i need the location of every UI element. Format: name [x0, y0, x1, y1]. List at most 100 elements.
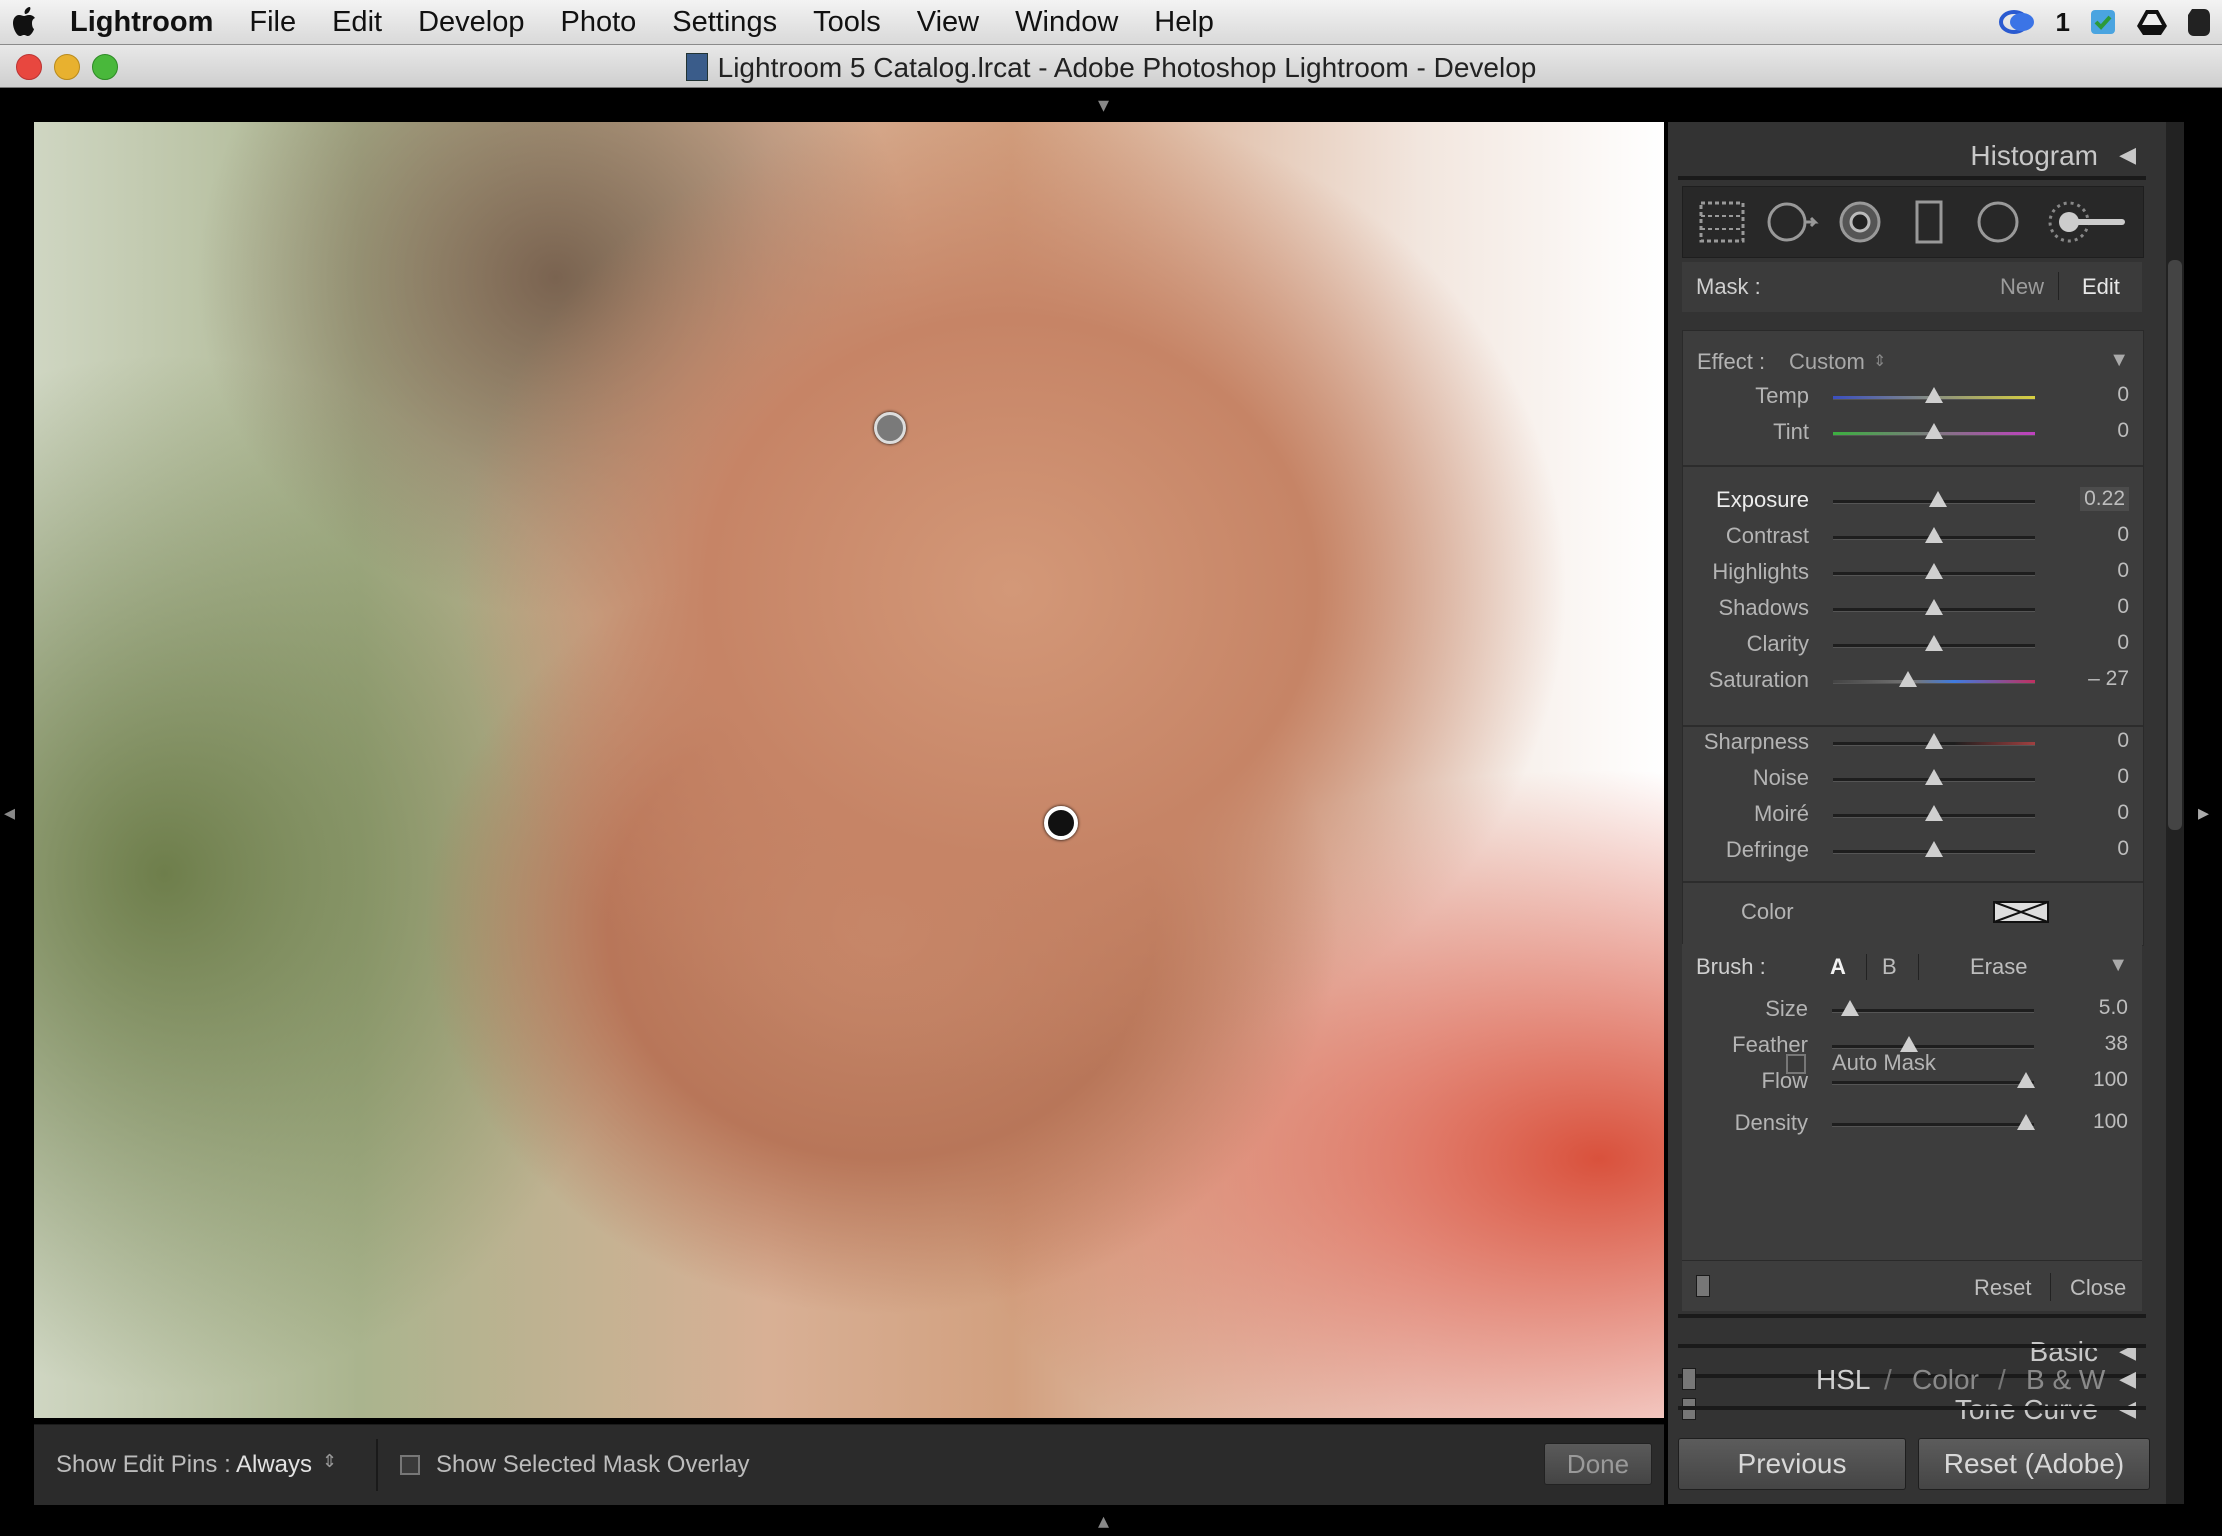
effect-value[interactable]: – 27 — [2088, 667, 2129, 691]
reset-button[interactable]: Reset — [1974, 1275, 2031, 1301]
brush-value[interactable]: 5.0 — [2099, 996, 2128, 1020]
brush-a-button[interactable]: A — [1830, 954, 1846, 980]
histogram-collapse-icon[interactable]: ◀ — [2119, 142, 2136, 168]
bottom-panel-toggle-icon[interactable]: ▴ — [1098, 1508, 1109, 1534]
effect-row-tint: Tint 0 — [1683, 415, 2143, 449]
hsl-slash-1: / — [1884, 1364, 1892, 1395]
effect-value[interactable]: 0 — [2117, 595, 2129, 619]
effect-value[interactable]: 0 — [2117, 631, 2129, 655]
density-slider-thumb[interactable] — [2016, 1114, 2035, 1130]
histogram-header[interactable]: Histogram ◀ — [1678, 130, 2146, 180]
mask-edit-button[interactable]: Edit — [2082, 274, 2120, 300]
done-button[interactable]: Done — [1544, 1443, 1652, 1485]
menu-file[interactable]: File — [231, 6, 314, 39]
reset-adobe-button[interactable]: Reset (Adobe) — [1918, 1438, 2150, 1490]
effect-slider-thumb[interactable] — [1925, 733, 1943, 749]
effect-slider-thumb[interactable] — [1925, 841, 1943, 857]
brush-slider-track[interactable] — [1832, 1045, 2034, 1049]
menu-window[interactable]: Window — [997, 6, 1136, 39]
brush-slider-thumb[interactable] — [1841, 1000, 1860, 1016]
mask-new-button[interactable]: New — [2000, 274, 2044, 300]
effect-slider-thumb[interactable] — [1925, 635, 1943, 651]
show-edit-pins-select[interactable]: Always — [236, 1451, 312, 1479]
top-panel-toggle-icon[interactable]: ▾ — [1098, 92, 1109, 118]
effect-label: Contrast — [1725, 523, 1809, 548]
effect-slider-thumb[interactable] — [1925, 769, 1943, 785]
adjustment-brush-icon[interactable] — [2045, 199, 2131, 245]
effect-slider-thumb[interactable] — [1925, 563, 1943, 579]
effect-slider-track[interactable] — [1833, 680, 2035, 684]
effect-value[interactable]: 0 — [2117, 765, 2129, 789]
crop-overlay-icon[interactable] — [1697, 199, 1747, 245]
effect-value[interactable]: 0 — [2117, 559, 2129, 583]
photo-canvas[interactable] — [34, 122, 1664, 1418]
density-slider-track[interactable] — [1832, 1123, 2034, 1127]
right-panel-toggle-icon[interactable]: ▸ — [2198, 800, 2209, 826]
brush-collapse-icon[interactable]: ▼ — [2108, 954, 2128, 977]
mask-overlay-label: Show Selected Mask Overlay — [436, 1451, 750, 1478]
graduated-filter-icon[interactable] — [1909, 199, 1949, 245]
auto-mask-label: Auto Mask — [1832, 1050, 1936, 1075]
effect-value[interactable]: 0 — [2117, 837, 2129, 861]
effect-slider-thumb[interactable] — [1898, 671, 1917, 687]
menu-app-lightroom[interactable]: Lightroom — [52, 6, 231, 39]
drive-icon[interactable] — [2136, 8, 2168, 36]
effect-value[interactable]: 0 — [2117, 523, 2129, 547]
effect-slider-thumb[interactable] — [1925, 805, 1943, 821]
effect-slider-thumb[interactable] — [1925, 527, 1943, 543]
effect-value[interactable]: 0 — [2117, 729, 2129, 753]
effect-value[interactable]: 0 — [2117, 801, 2129, 825]
close-button[interactable]: Close — [2070, 1275, 2126, 1301]
panel-switch-icon[interactable] — [1696, 1275, 1710, 1297]
menu-settings[interactable]: Settings — [654, 6, 795, 39]
effect-slider-thumb[interactable] — [1925, 423, 1943, 439]
brush-b-button[interactable]: B — [1882, 954, 1897, 980]
bw-tab[interactable]: B & W — [2026, 1364, 2105, 1396]
sync-icon[interactable] — [1998, 8, 2038, 36]
effect-value[interactable]: 0.22 — [2080, 487, 2129, 511]
effect-collapse-icon[interactable]: ▼ — [2109, 349, 2129, 372]
effect-preset-select[interactable]: Custom — [1789, 349, 1865, 375]
auto-mask-checkbox[interactable] — [1786, 1054, 1806, 1074]
menu-view[interactable]: View — [899, 6, 997, 39]
evernote-icon[interactable] — [2186, 7, 2212, 37]
adjustment-pin-mouth-selected[interactable] — [1044, 806, 1078, 840]
red-eye-icon[interactable] — [1835, 199, 1885, 245]
spot-removal-icon[interactable] — [1765, 199, 1821, 245]
density-value[interactable]: 100 — [2093, 1110, 2128, 1134]
hsl-header[interactable]: HSL / Color / B & W ◀ — [1678, 1354, 2146, 1404]
brush-value[interactable]: 100 — [2093, 1068, 2128, 1092]
brush-value[interactable]: 38 — [2105, 1032, 2128, 1056]
menu-edit[interactable]: Edit — [314, 6, 400, 39]
brush-slider-track[interactable] — [1832, 1081, 2034, 1085]
effect-slider-thumb[interactable] — [1925, 387, 1943, 403]
apple-menu-icon[interactable] — [0, 6, 52, 38]
brush-erase-button[interactable]: Erase — [1970, 954, 2027, 980]
hsl-switch-icon[interactable] — [1682, 1368, 1696, 1390]
tool-strip — [1682, 186, 2144, 258]
hsl-collapse-icon[interactable]: ◀ — [2119, 1366, 2136, 1392]
effect-slider-thumb[interactable] — [1929, 491, 1948, 507]
mask-divider — [2058, 272, 2059, 300]
select-stepper-icon[interactable]: ⇕ — [322, 1451, 337, 1472]
effect-value[interactable]: 0 — [2117, 419, 2129, 443]
mask-overlay-checkbox[interactable] — [400, 1455, 420, 1475]
effect-preset-stepper-icon[interactable]: ⇕ — [1873, 351, 1886, 371]
radial-filter-icon[interactable] — [1973, 199, 2023, 245]
brush-slider-thumb[interactable] — [2016, 1072, 2035, 1088]
menu-help[interactable]: Help — [1136, 6, 1232, 39]
menu-develop[interactable]: Develop — [400, 6, 542, 39]
previous-button[interactable]: Previous — [1678, 1438, 1906, 1490]
panel-scrollbar[interactable] — [2168, 260, 2182, 830]
effect-slider-thumb[interactable] — [1925, 599, 1943, 615]
adjustment-pin-eye[interactable] — [874, 412, 906, 444]
effect-value[interactable]: 0 — [2117, 383, 2129, 407]
color-tab[interactable]: Color — [1912, 1364, 1979, 1396]
left-panel-toggle-icon[interactable]: ◂ — [4, 800, 15, 826]
menu-photo[interactable]: Photo — [542, 6, 654, 39]
effect-color-swatch-icon[interactable] — [1993, 901, 2049, 923]
brush-slider-track[interactable] — [1832, 1009, 2034, 1013]
dropbox-check-icon[interactable] — [2088, 7, 2118, 37]
hsl-tab[interactable]: HSL — [1816, 1364, 1870, 1396]
menu-tools[interactable]: Tools — [795, 6, 899, 39]
